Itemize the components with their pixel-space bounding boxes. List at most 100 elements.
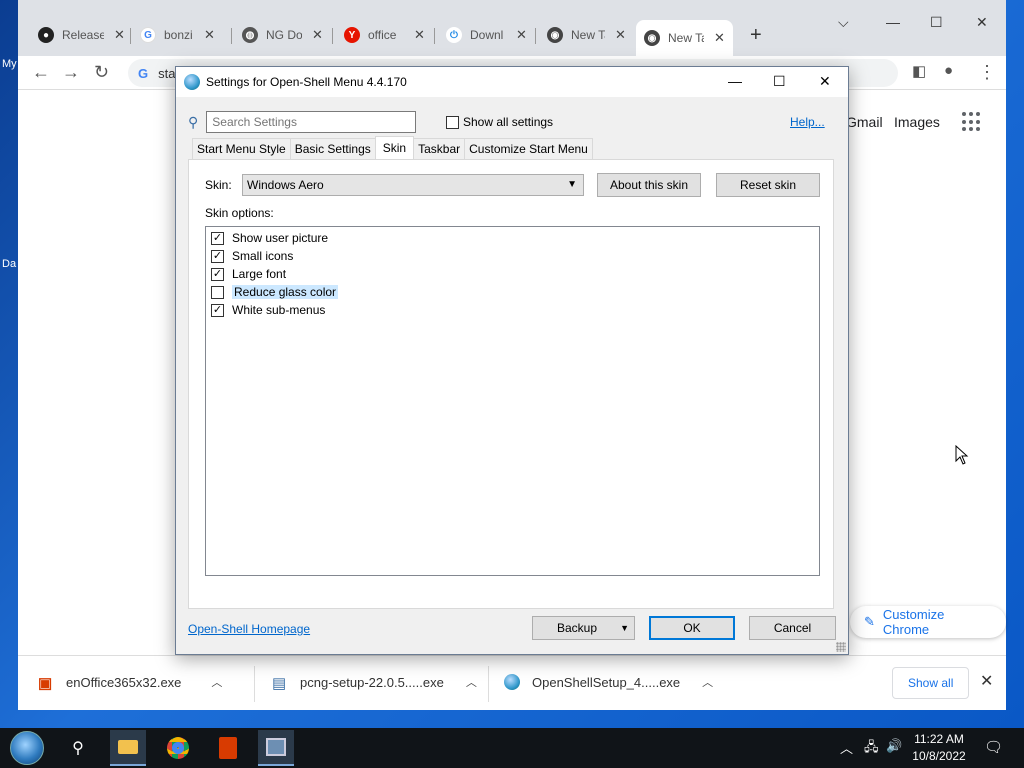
close-tab-icon[interactable]: ✕ (714, 30, 725, 46)
tab-title: Release (62, 28, 104, 42)
new-tab-icon[interactable]: + (750, 24, 762, 47)
maximize-icon[interactable]: ☐ (773, 73, 786, 90)
search-icon[interactable]: ⚲ (64, 734, 92, 762)
chevron-up-icon[interactable]: ︿ (466, 674, 477, 690)
desktop-icon-label[interactable]: Da (2, 258, 16, 270)
option-label: Small icons (232, 249, 294, 263)
resize-grip[interactable] (836, 642, 846, 652)
notifications-icon[interactable]: 🗨 (984, 738, 1003, 756)
volume-icon[interactable]: 🔊 (886, 738, 902, 754)
tab-strip: ● Release ✕ G bonzi ✕ ◍ NG Do ✕ Y office… (18, 0, 1006, 56)
about-skin-button[interactable]: About this skin (597, 173, 701, 197)
browser-tab[interactable]: ● Release ✕ (30, 20, 133, 50)
option-show-user-picture[interactable]: ✓ Show user picture (211, 230, 328, 246)
office-icon: ▣ (38, 675, 53, 692)
search-area: ⚲ (188, 111, 417, 133)
download-filename: pcng-setup-22.0.5.....exe (300, 674, 444, 690)
option-label: White sub-menus (232, 303, 326, 317)
forward-icon[interactable]: → (62, 62, 80, 83)
images-link[interactable]: Images (894, 114, 940, 130)
openshell-icon (504, 674, 520, 690)
checkbox-checked[interactable]: ✓ (211, 303, 224, 317)
tab-title: New Ta (668, 31, 704, 45)
option-white-sub-menus[interactable]: ✓ White sub-menus (211, 302, 325, 318)
browser-tab-active[interactable]: ◉ New Ta ✕ (636, 20, 733, 56)
checkbox-checked[interactable]: ✓ (211, 231, 224, 245)
chevron-up-icon[interactable]: ︿ (211, 674, 222, 690)
settings-dialog: Settings for Open-Shell Menu 4.4.170 — ☐… (175, 66, 849, 655)
checkbox-unchecked[interactable] (211, 285, 224, 299)
download-item[interactable]: ▤ pcng-setup-22.0.5.....exe ︿ (272, 674, 477, 693)
close-window-icon[interactable]: ✕ (976, 14, 988, 31)
tab-basic-settings[interactable]: Basic Settings (289, 138, 376, 159)
reset-skin-button[interactable]: Reset skin (716, 173, 820, 197)
browser-tab[interactable]: ⏻ Downl ✕ (438, 20, 535, 50)
show-all-settings-checkbox[interactable]: Show all settings (446, 115, 553, 129)
homepage-link[interactable]: Open-Shell Homepage (188, 622, 310, 636)
chrome-icon[interactable] (164, 734, 192, 762)
tab-search-icon[interactable]: ⌵ (838, 14, 849, 31)
mouse-cursor-icon (955, 445, 969, 465)
close-tab-icon[interactable]: ✕ (312, 27, 323, 43)
option-label: Reduce glass color (232, 285, 339, 299)
tab-taskbar[interactable]: Taskbar (413, 138, 466, 159)
tab-customize-start-menu[interactable]: Customize Start Menu (464, 138, 593, 159)
close-icon[interactable]: ✕ (819, 73, 831, 90)
minimize-icon[interactable]: — (728, 73, 742, 89)
tab-title: bonzi (164, 28, 193, 42)
browser-tab[interactable]: Y office ✕ (336, 20, 433, 50)
maximize-icon[interactable]: ☐ (930, 14, 943, 31)
skin-dropdown-value: Windows Aero (247, 178, 324, 192)
network-icon[interactable]: 🖧 (864, 738, 879, 760)
profile-icon[interactable]: ● (944, 62, 953, 79)
backup-button[interactable]: Backup ▼ (532, 616, 635, 640)
option-small-icons[interactable]: ✓ Small icons (211, 248, 293, 264)
reload-icon[interactable]: ↻ (94, 62, 109, 83)
pencil-icon: ✎ (864, 614, 875, 629)
chevron-up-icon[interactable]: ︿ (840, 738, 853, 757)
sidebar-icon[interactable]: ◧ (912, 62, 926, 80)
back-icon[interactable]: ← (32, 62, 50, 83)
dialog-titlebar[interactable]: Settings for Open-Shell Menu 4.4.170 — ☐… (176, 67, 848, 97)
cancel-button[interactable]: Cancel (749, 616, 836, 640)
dialog-title: Settings for Open-Shell Menu 4.4.170 (206, 75, 407, 89)
help-link[interactable]: Help... (790, 115, 825, 129)
file-explorer-icon[interactable] (110, 730, 146, 766)
customize-chrome-button[interactable]: ✎ Customize Chrome (850, 606, 1006, 638)
skin-options-list: ✓ Show user picture ✓ Small icons ✓ Larg… (205, 226, 820, 576)
apps-grid-icon[interactable] (962, 112, 982, 132)
browser-tab[interactable]: ◍ NG Do ✕ (234, 20, 331, 50)
minimize-icon[interactable]: — (886, 14, 900, 30)
gmail-link[interactable]: Gmail (846, 114, 883, 130)
search-input[interactable] (206, 111, 417, 133)
close-tab-icon[interactable]: ✕ (516, 27, 527, 43)
office-icon[interactable] (214, 734, 242, 762)
desktop-icon-label[interactable]: My (2, 58, 17, 70)
option-large-font[interactable]: ✓ Large font (211, 266, 286, 282)
tab-skin[interactable]: Skin (374, 136, 415, 159)
show-all-downloads-button[interactable]: Show all (892, 667, 970, 699)
installer-icon[interactable] (258, 730, 294, 766)
tab-start-menu-style[interactable]: Start Menu Style (192, 138, 291, 159)
ok-button[interactable]: OK (649, 616, 735, 640)
close-download-bar-icon[interactable]: ✕ (980, 671, 993, 691)
download-item[interactable]: ▣ enOffice365x32.exe ︿ (38, 674, 222, 693)
browser-tab[interactable]: G bonzi ✕ (132, 20, 223, 50)
menu-icon[interactable]: ⋮ (978, 62, 996, 83)
skin-dropdown[interactable]: Windows Aero ▼ (242, 174, 584, 196)
close-tab-icon[interactable]: ✕ (114, 27, 125, 43)
close-tab-icon[interactable]: ✕ (615, 27, 626, 43)
download-item[interactable]: OpenShellSetup_4.....exe ︿ (504, 674, 713, 690)
checkbox[interactable] (446, 115, 459, 129)
checkbox-checked[interactable]: ✓ (211, 249, 224, 263)
start-button[interactable] (10, 731, 44, 765)
close-tab-icon[interactable]: ✕ (414, 27, 425, 43)
browser-tab[interactable]: ◉ New Ta ✕ (539, 20, 634, 50)
close-tab-icon[interactable]: ✕ (204, 27, 215, 43)
tab-title: New Ta (571, 28, 605, 42)
clock-date: 10/8/2022 (912, 749, 966, 763)
chevron-up-icon[interactable]: ︿ (702, 674, 713, 690)
system-clock[interactable]: 11:22 AM 10/8/2022 (906, 731, 972, 765)
checkbox-checked[interactable]: ✓ (211, 267, 224, 281)
option-reduce-glass-color[interactable]: Reduce glass color (211, 284, 339, 300)
